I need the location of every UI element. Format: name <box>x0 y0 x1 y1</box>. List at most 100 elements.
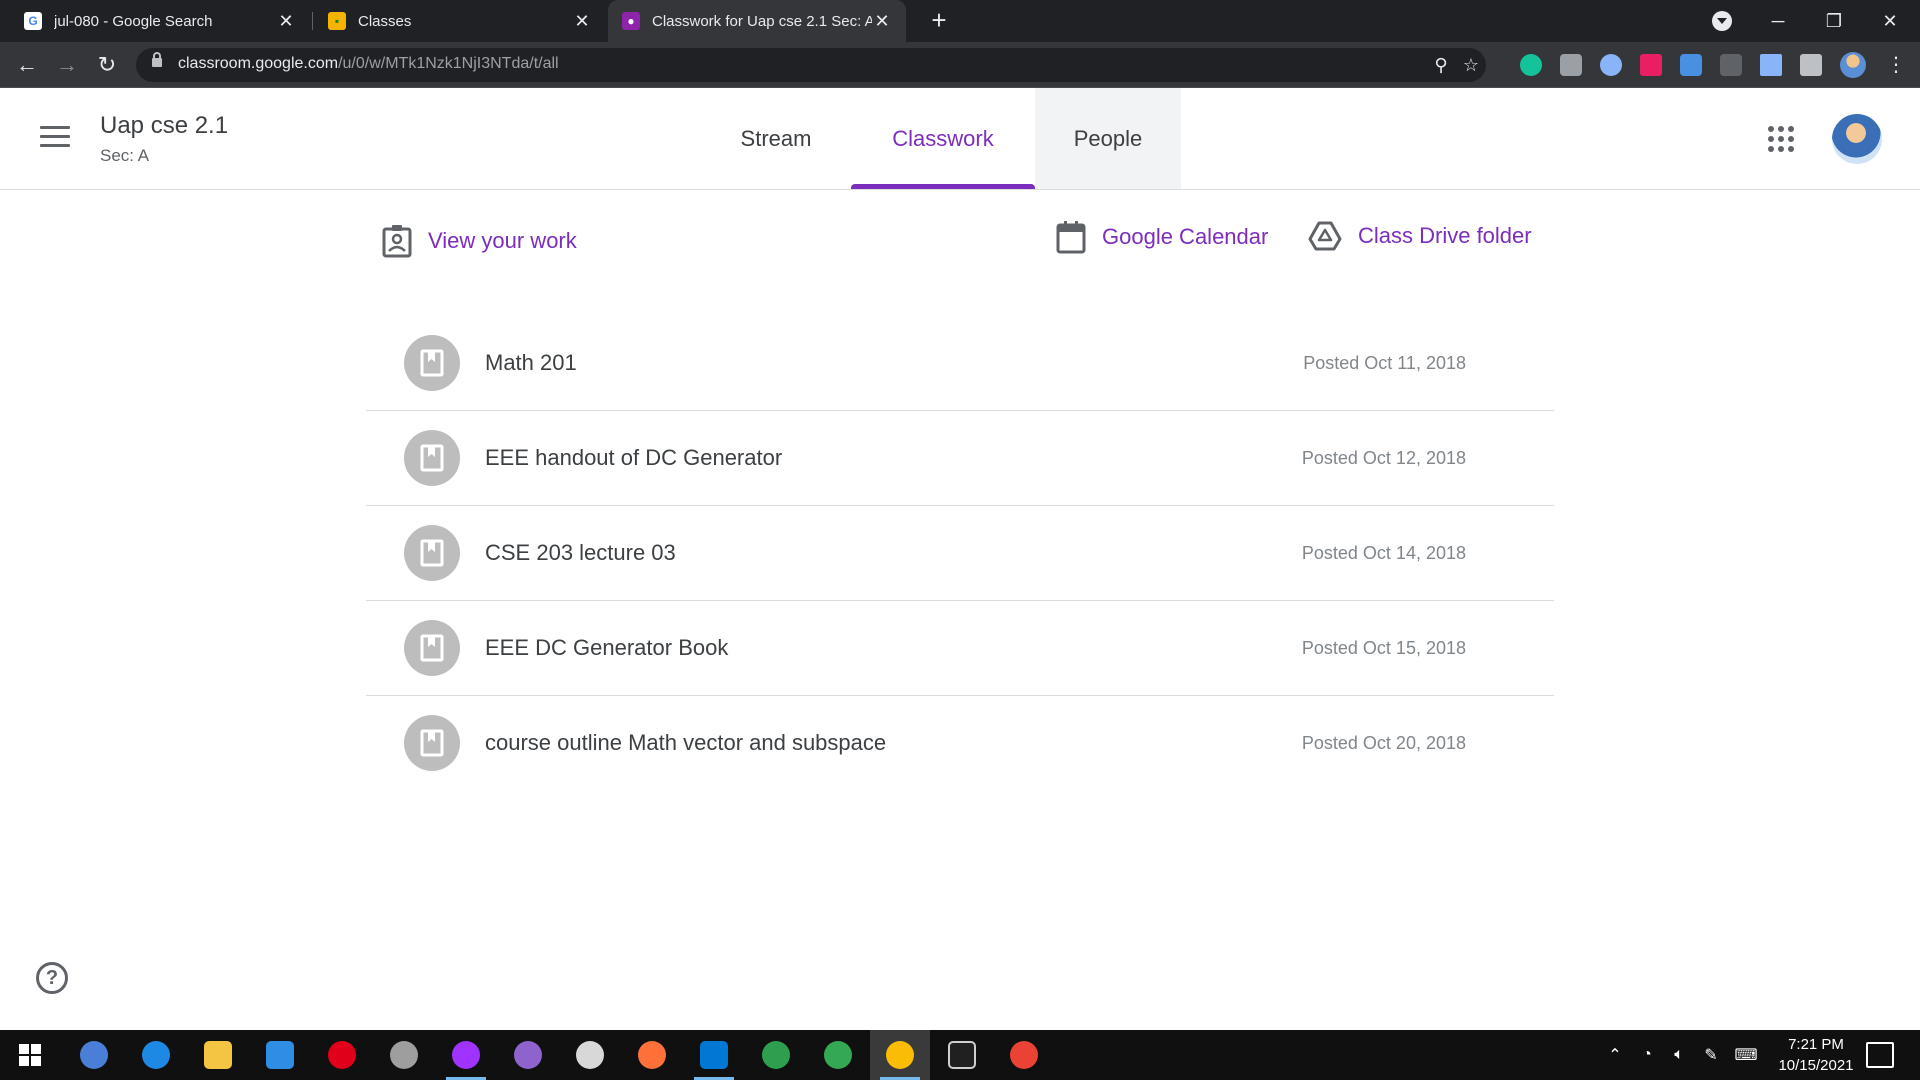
back-icon[interactable]: ← <box>12 50 42 80</box>
google-icon: G <box>24 12 42 30</box>
minimize-icon[interactable]: ─ <box>1750 0 1806 42</box>
clock-date: 10/15/2021 <box>1778 1057 1854 1074</box>
chrome-active-icon[interactable] <box>870 1030 930 1080</box>
chrome-profile-taskbar-icon[interactable] <box>994 1030 1054 1080</box>
terminal-icon[interactable] <box>932 1030 992 1080</box>
pen-extension-icon[interactable] <box>1760 54 1782 76</box>
material-date: Posted Oct 14, 2018 <box>1301 543 1466 563</box>
list-item[interactable]: course outline Math vector and subspace … <box>366 696 1554 791</box>
notifications-icon[interactable] <box>1866 1042 1894 1068</box>
browser-tab-strip: G jul-080 - Google Search ✕ ▪ Classes ✕ … <box>0 0 1920 42</box>
taskbar-clock[interactable]: 7:21 PM 10/15/2021 <box>1766 1034 1866 1076</box>
puzzle-extensions-icon[interactable] <box>1800 54 1822 76</box>
mail-icon[interactable] <box>250 1030 310 1080</box>
opera-icon[interactable] <box>312 1030 372 1080</box>
tab-people[interactable]: People <box>1035 88 1181 189</box>
file-explorer-icon[interactable] <box>188 1030 248 1080</box>
edge-icon[interactable] <box>126 1030 186 1080</box>
material-title: CSE 203 lecture 03 <box>485 540 676 565</box>
url-text: classroom.google.com/u/0/w/MTk1Nzk1NjI3N… <box>178 55 559 73</box>
material-icon <box>404 335 460 391</box>
messenger-icon[interactable] <box>436 1030 496 1080</box>
view-your-work-label: View your work <box>428 228 577 253</box>
show-hidden-icons-chevron-icon[interactable]: ⌃ <box>1600 1030 1630 1080</box>
tab-search-icon[interactable] <box>1712 11 1732 31</box>
browser-tab-classes[interactable]: ▪ Classes ✕ <box>314 0 606 42</box>
classroom-class-icon: ● <box>622 12 640 30</box>
google-calendar-label: Google Calendar <box>1102 224 1269 249</box>
play-extension-icon[interactable] <box>1640 54 1662 76</box>
material-date: Posted Oct 15, 2018 <box>1301 638 1466 658</box>
vscode-icon[interactable] <box>684 1030 744 1080</box>
address-bar[interactable]: classroom.google.com/u/0/w/MTk1Nzk1NjI3N… <box>136 48 1486 82</box>
forward-icon[interactable]: → <box>52 50 82 80</box>
tab-stream[interactable]: Stream <box>718 88 834 189</box>
zoom-icon[interactable]: ⚲ <box>1430 54 1452 76</box>
browser-tab-title: Classwork for Uap cse 2.1 Sec: A <box>652 12 872 30</box>
chrome-menu-icon[interactable]: ⋮ <box>1886 52 1906 78</box>
material-title: Math 201 <box>485 350 577 375</box>
tab-divider <box>312 12 313 30</box>
material-icon <box>404 525 460 581</box>
list-item[interactable]: Math 201 Posted Oct 11, 2018 <box>366 316 1554 411</box>
new-tab-icon[interactable]: + <box>924 6 954 36</box>
browser-tab-classwork[interactable]: ● Classwork for Uap cse 2.1 Sec: A ✕ <box>608 0 906 42</box>
classroom-icon: ▪ <box>328 12 346 30</box>
main-menu-icon[interactable] <box>40 126 70 148</box>
classroom-header: Uap cse 2.1 Sec: A Stream Classwork Peop… <box>0 88 1920 190</box>
grammarly-extension-icon[interactable] <box>1520 54 1542 76</box>
close-tab-icon[interactable]: ✕ <box>872 11 892 32</box>
material-icon <box>404 620 460 676</box>
view-your-work-button[interactable]: View your work <box>382 224 577 258</box>
help-icon[interactable]: ? <box>36 962 68 994</box>
restore-icon[interactable]: ❐ <box>1806 0 1862 42</box>
camera-extension-icon[interactable] <box>1560 54 1582 76</box>
google-calendar-button[interactable]: Google Calendar <box>1056 220 1268 254</box>
list-item[interactable]: CSE 203 lecture 03 Posted Oct 14, 2018 <box>366 506 1554 601</box>
material-title: EEE handout of DC Generator <box>485 445 783 470</box>
windows-start-icon[interactable] <box>0 1030 60 1080</box>
browser-tab-title: jul-080 - Google Search <box>54 12 213 30</box>
touch-keyboard-icon[interactable]: ⌨ <box>1728 1030 1764 1080</box>
material-title: course outline Math vector and subspace <box>485 730 887 755</box>
list-item[interactable]: EEE DC Generator Book Posted Oct 15, 201… <box>366 601 1554 696</box>
bookmark-star-icon[interactable]: ☆ <box>1460 54 1482 76</box>
windows-taskbar: ⌃ ◔ 🔈︎ ✎ ⌨ 7:21 PM 10/15/2021 <box>0 1030 1920 1080</box>
account-avatar[interactable] <box>1832 114 1882 164</box>
drive-icon <box>1308 221 1342 251</box>
browser-toolbar: ← → ↻ classroom.google.com/u/0/w/MTk1Nzk… <box>0 42 1920 88</box>
pen-icon[interactable]: ✎ <box>1696 1030 1726 1080</box>
extension-icon[interactable] <box>1600 54 1622 76</box>
material-icon <box>404 430 460 486</box>
browser-tab-google-search[interactable]: G jul-080 - Google Search ✕ <box>10 0 310 42</box>
inkscape-icon[interactable] <box>374 1030 434 1080</box>
close-tab-icon[interactable]: ✕ <box>572 11 592 32</box>
network-icon[interactable]: ◔ <box>1632 1030 1662 1080</box>
firefox-icon[interactable] <box>622 1030 682 1080</box>
list-item[interactable]: EEE handout of DC Generator Posted Oct 1… <box>366 411 1554 506</box>
reload-icon[interactable]: ↻ <box>92 50 122 80</box>
volume-icon[interactable]: 🔈︎ <box>1664 1030 1694 1080</box>
app-icon[interactable] <box>746 1030 806 1080</box>
class-title[interactable]: Uap cse 2.1 <box>100 112 228 140</box>
screen-extension-icon[interactable] <box>1720 54 1742 76</box>
close-tab-icon[interactable]: ✕ <box>276 11 296 32</box>
classwork-list: Math 201 Posted Oct 11, 2018 EEE handout… <box>366 316 1554 791</box>
class-drive-folder-button[interactable]: Class Drive folder <box>1308 220 1532 252</box>
class-section: Sec: A <box>100 146 150 165</box>
chrome-icon[interactable] <box>808 1030 868 1080</box>
github-icon[interactable] <box>498 1030 558 1080</box>
material-icon <box>404 715 460 771</box>
tab-classwork[interactable]: Classwork <box>851 88 1035 189</box>
paint-icon[interactable] <box>560 1030 620 1080</box>
google-apps-icon[interactable] <box>1768 126 1794 152</box>
qbittorrent-icon[interactable] <box>64 1030 124 1080</box>
chrome-profile-avatar[interactable] <box>1840 52 1866 78</box>
download-extension-icon[interactable] <box>1680 54 1702 76</box>
window-close-icon[interactable]: ✕ <box>1862 0 1918 42</box>
material-title: EEE DC Generator Book <box>485 635 729 660</box>
url-path: /u/0/w/MTk1Nzk1NjI3NTda/t/all <box>338 55 559 72</box>
material-date: Posted Oct 11, 2018 <box>1303 353 1466 373</box>
assignment-ind-icon <box>382 225 412 258</box>
calendar-icon <box>1056 221 1086 254</box>
